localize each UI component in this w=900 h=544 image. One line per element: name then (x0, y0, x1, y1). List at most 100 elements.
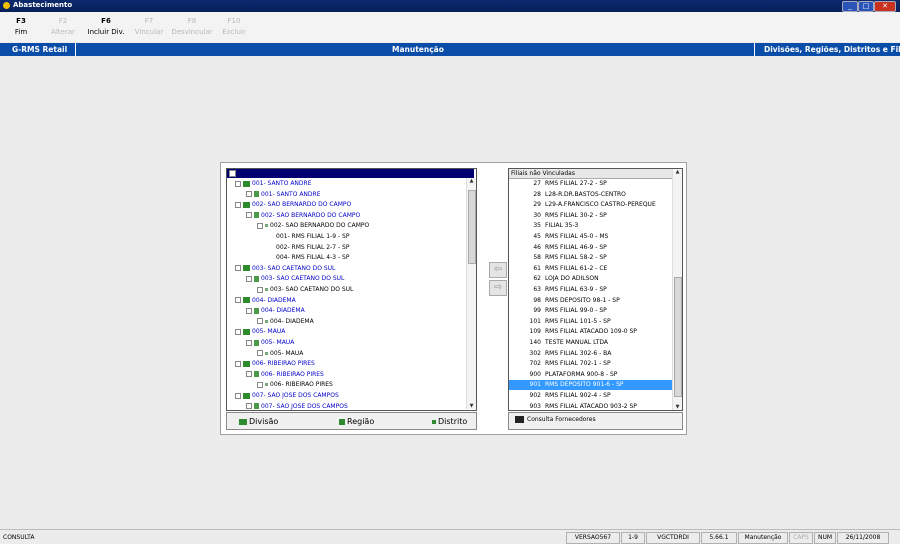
list-item[interactable]: 45 RMS FILIAL 45-0 - MS (509, 232, 672, 242)
list-item[interactable]: 99 RMS FILIAL 99-0 - SP (509, 306, 672, 316)
branch-code: 62 (533, 275, 541, 283)
expand-icon[interactable] (257, 318, 263, 325)
expand-icon[interactable] (246, 307, 252, 314)
list-item[interactable]: 98 RMS DEPOSITO 98-1 - SP (509, 296, 672, 306)
alterar-button[interactable]: F2 Alterar (46, 17, 80, 36)
tree-node-regiao[interactable]: 001- SANTO ANDRE (246, 191, 321, 201)
tree-node-divisao[interactable]: 002- SAO BERNARDO DO CAMPO (235, 201, 351, 211)
tree-node-regiao[interactable]: 004- DIADEMA (246, 307, 305, 317)
expand-icon[interactable] (257, 350, 263, 357)
tree-node-divisao[interactable]: 003- SAO CAETANO DO SUL (235, 265, 335, 275)
expand-icon[interactable] (257, 286, 263, 293)
close-button[interactable]: ✕ (874, 1, 896, 12)
tree-node-label: 006- RIBEIRAO PIRES (261, 370, 324, 378)
expand-icon[interactable] (235, 297, 241, 304)
tree-node-label: 003- SAO CAETANO DO SUL (270, 286, 354, 293)
list-item[interactable]: 35 FILIAL 35-3 (509, 221, 672, 231)
tree-node-divisao[interactable]: 001- SANTO ANDRE (235, 180, 312, 190)
branch-code: 28 (533, 190, 541, 198)
list-item[interactable]: 27 RMS FILIAL 27-2 - SP (509, 179, 672, 189)
tree-node-distrito[interactable]: 006- RIBEIRAO PIRES (257, 381, 333, 391)
tree-scrollbar[interactable]: ▲ ▼ (466, 178, 476, 409)
expand-icon[interactable] (246, 339, 252, 346)
scroll-down-icon[interactable]: ▼ (673, 404, 682, 410)
tree-node-distrito[interactable]: 005- MAUA (257, 350, 303, 360)
tree-node-filial[interactable]: 001- RMS FILIAL 1-9 - SP (276, 233, 349, 243)
scroll-up-icon[interactable]: ▲ (467, 178, 476, 184)
tree-node-regiao[interactable]: 005- MAUA (246, 339, 294, 349)
expand-icon[interactable] (235, 392, 241, 399)
branch-name: RMS FILIAL 902-4 - SP (545, 392, 611, 399)
tree-node-distrito[interactable]: 002- SAO BERNARDO DO CAMPO (257, 222, 369, 232)
legend-distrito[interactable]: Distrito (432, 417, 467, 426)
desvincular-button[interactable]: F8 Desvincular (170, 17, 214, 36)
excluir-button[interactable]: F10 Excluir (218, 17, 250, 36)
list-scroll-thumb[interactable] (674, 277, 682, 397)
list-item[interactable]: 28 L28-R.DR.BASTOS-CENTRO (509, 190, 672, 200)
tree-scroll-thumb[interactable] (468, 190, 476, 264)
minimize-button[interactable]: _ (842, 1, 858, 12)
move-right-button[interactable]: ⇨ (489, 280, 507, 296)
list-item[interactable]: 140 TESTE MANUAL LTDA (509, 338, 672, 348)
list-item[interactable]: 901 RMS DEPOSITO 901-6 - SP (509, 380, 672, 391)
tree-node-regiao[interactable]: 007- SAO JOSE DOS CAMPOS (246, 403, 348, 410)
tree-node-regiao[interactable]: 006- RIBEIRAO PIRES (246, 371, 324, 381)
scroll-down-icon[interactable]: ▼ (467, 403, 476, 409)
list-item[interactable]: 903 RMS FILIAL ATACADO 903-2 SP (509, 402, 672, 410)
tree-node-divisao[interactable]: 007- SAO JOSE DOS CAMPOS (235, 392, 339, 402)
incluir-div-button[interactable]: F6 Incluir Div. (86, 17, 126, 36)
expand-icon[interactable] (246, 371, 252, 378)
tree-node-divisao[interactable]: 005- MAUA (235, 328, 285, 338)
expand-icon[interactable] (246, 275, 252, 282)
tree-node-regiao[interactable]: 003- SAO CAETANO DO SUL (246, 275, 344, 285)
expand-icon[interactable] (246, 403, 252, 410)
app-icon (3, 2, 10, 9)
tree-node-distrito[interactable]: 004- DIADEMA (257, 318, 314, 328)
list-item[interactable]: 63 RMS FILIAL 63-9 - SP (509, 285, 672, 295)
expand-icon[interactable] (246, 212, 252, 219)
expand-icon[interactable] (235, 201, 241, 208)
expand-icon[interactable] (235, 328, 241, 335)
list-item[interactable]: 702 RMS FILIAL 702-1 - SP (509, 359, 672, 369)
regiao-icon (254, 339, 259, 346)
list-item[interactable]: 902 RMS FILIAL 902-4 - SP (509, 391, 672, 401)
consulta-bar: Consulta Fornecedores (508, 412, 683, 430)
branch-name: L29-A.FRANCISCO CASTRO-PEREQUE (545, 201, 656, 209)
list-item[interactable]: 101 RMS FILIAL 101-5 - SP (509, 317, 672, 327)
maximize-button[interactable]: □ (858, 1, 874, 12)
legend-regiao[interactable]: Região (339, 417, 374, 426)
list-item[interactable]: 30 RMS FILIAL 30-2 - SP (509, 211, 672, 221)
legend-divisao[interactable]: Divisão (239, 417, 278, 426)
tree-root[interactable] (227, 169, 474, 178)
list-item[interactable]: 58 RMS FILIAL 58-2 - SP (509, 253, 672, 263)
list-item[interactable]: 302 RMS FILIAL 302-6 - BA (509, 349, 672, 359)
expand-icon[interactable] (235, 180, 241, 187)
expand-icon[interactable] (257, 222, 263, 229)
move-left-button[interactable]: ⇦ (489, 262, 507, 278)
tree-node-regiao[interactable]: 002- SAO BERNARDO DO CAMPO (246, 212, 360, 222)
list-item[interactable]: 62 LOJA DO ADILSON (509, 274, 672, 284)
expand-icon[interactable] (246, 191, 252, 198)
fim-button[interactable]: F3 Fim (6, 17, 36, 36)
tree-node-filial[interactable]: 002- RMS FILIAL 2-7 - SP (276, 244, 349, 254)
collapse-root-icon[interactable] (229, 170, 236, 177)
consulta-fornecedores-button[interactable]: Consulta Fornecedores (515, 416, 596, 423)
expand-icon[interactable] (235, 360, 241, 367)
expand-icon[interactable] (257, 381, 263, 388)
vincular-button[interactable]: F7 Vincular (131, 17, 167, 36)
tree-node-filial[interactable]: 004- RMS FILIAL 4-3 - SP (276, 254, 349, 264)
list-item[interactable]: 109 RMS FILIAL ATACADO 109-0 SP (509, 327, 672, 337)
legend-regiao-label: Região (347, 417, 375, 426)
tree-node-distrito[interactable]: 003- SAO CAETANO DO SUL (257, 286, 353, 296)
hierarchy-tree[interactable]: 001- SANTO ANDRE 001- SANTO ANDRE 002- SAO… (226, 168, 477, 411)
list-item[interactable]: 29 L29-A.FRANCISCO CASTRO-PEREQUE (509, 200, 672, 210)
unlinked-branches-list[interactable]: Filiais não Vinculadas 27 RMS FILIAL 27-2… (508, 168, 683, 411)
list-item[interactable]: 46 RMS FILIAL 46-9 - SP (509, 243, 672, 253)
list-item[interactable]: 900 PLATAFORMA 900-8 - SP (509, 370, 672, 380)
list-item[interactable]: 61 RMS FILIAL 61-2 - CE (509, 264, 672, 274)
expand-icon[interactable] (235, 265, 241, 272)
list-scrollbar[interactable]: ▲ ▼ (672, 169, 682, 410)
tree-node-divisao[interactable]: 004- DIADEMA (235, 297, 296, 307)
tree-node-divisao[interactable]: 006- RIBEIRAO PIRES (235, 360, 315, 370)
scroll-up-icon[interactable]: ▲ (673, 169, 682, 175)
